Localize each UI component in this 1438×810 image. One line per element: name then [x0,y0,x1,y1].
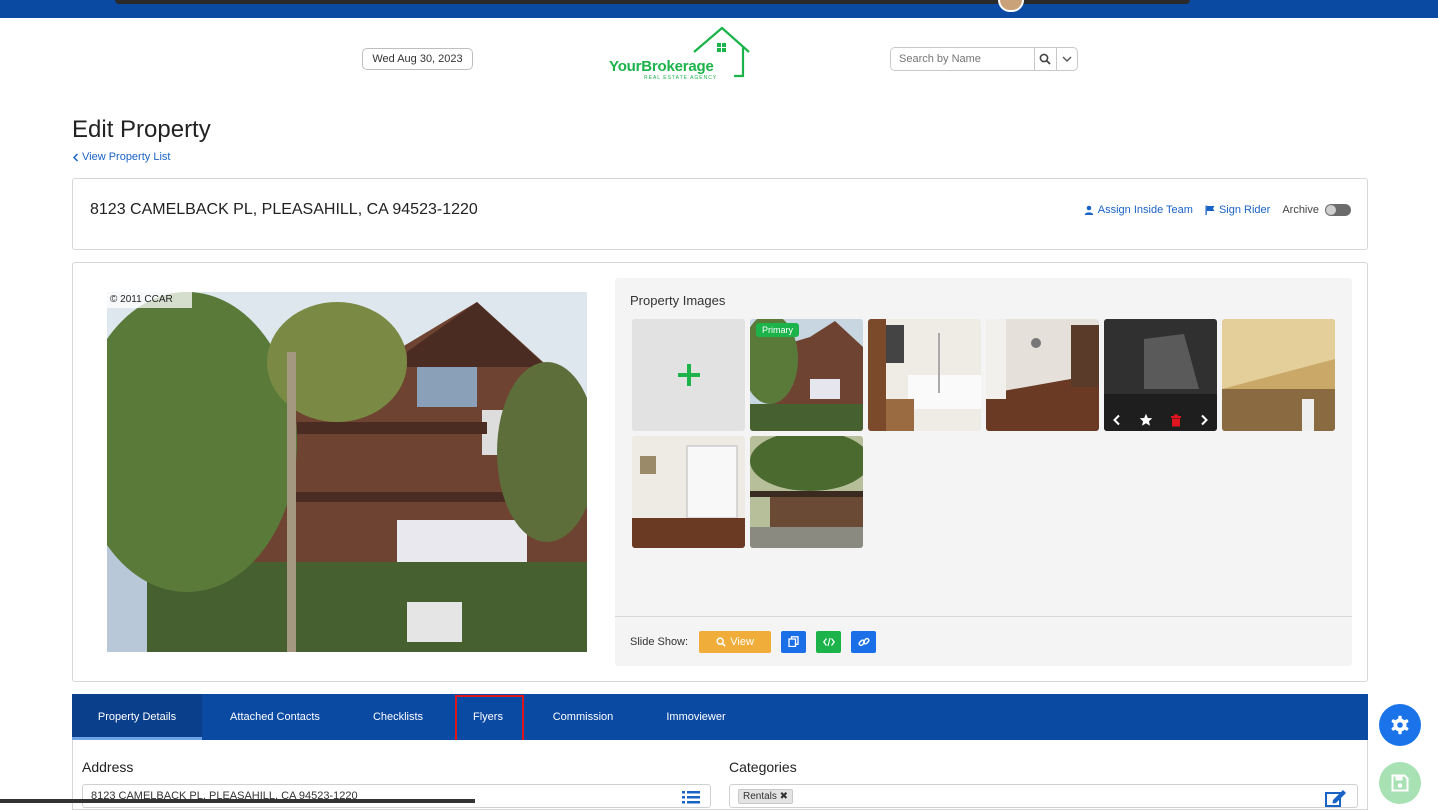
image-thumbnail[interactable] [632,436,745,548]
highlight-box [455,695,524,742]
floppy-disk-icon [1391,774,1409,792]
tab-property-details[interactable]: Property Details [72,694,202,740]
save-fab[interactable] [1379,762,1421,804]
embed-code-button[interactable] [816,630,842,653]
house-exterior-image [107,292,587,652]
chevron-left-icon[interactable] [1112,414,1122,426]
share-link-button[interactable] [851,630,877,653]
gear-icon [1391,715,1409,735]
add-image-button[interactable] [632,319,745,431]
chevron-down-icon [1062,56,1072,62]
search-input[interactable] [891,48,1034,70]
link-icon [858,637,870,646]
categories-section-label: Categories [729,759,797,775]
tab-checklists[interactable]: Checklists [348,694,448,740]
image-thumbnail[interactable] [986,319,1099,431]
assign-inside-team-link[interactable]: Assign Inside Team [1084,204,1193,216]
categories-field[interactable]: Rentals ✖ [729,784,1358,808]
chevron-left-icon [72,152,79,162]
browser-chrome-strip [115,0,1190,4]
address-actions: Assign Inside Team Sign Rider Archive [1084,204,1351,216]
edit-icon[interactable] [1325,789,1347,807]
thumbnail-controls [1104,409,1217,431]
image-thumbnail[interactable] [750,436,863,548]
user-avatar[interactable] [998,0,1024,12]
balcony-thumb-image [750,436,863,548]
bottom-scroll-strip [0,799,475,803]
media-card: © 2011 CCAR Property Images Primary Slid… [72,262,1368,682]
address-field[interactable]: 8123 CAMELBACK PL, PLEASAHILL, CA 94523-… [82,784,711,808]
primary-badge: Primary [756,323,799,337]
copy-icon [788,636,799,647]
tab-immoviewer[interactable]: Immoviewer [638,694,754,740]
living-room-thumb-image [986,319,1099,431]
thumbnail-hover-overlay [1104,319,1217,431]
brokerage-logo[interactable]: YourBrokerage REAL ESTATE AGENCY [606,26,756,84]
archive-label: Archive [1282,204,1319,216]
image-thumbnail[interactable] [1222,319,1335,431]
search-icon [716,636,727,647]
bathroom-thumb-image [868,319,981,431]
main-property-photo: © 2011 CCAR [107,292,587,652]
slideshow-view-button[interactable]: View [699,630,772,653]
attic-room-thumb-image [1222,319,1335,431]
plus-icon [677,364,700,386]
sign-rider-label: Sign Rider [1218,204,1271,216]
code-icon [822,637,835,646]
chevron-right-icon[interactable] [1199,414,1209,426]
property-tabs: Property Details Attached Contacts Check… [72,694,1368,740]
assign-inside-team-label: Assign Inside Team [1097,204,1193,216]
top-nav-bar [0,0,1438,18]
tab-attached-contacts[interactable]: Attached Contacts [202,694,348,740]
address-header-card: 8123 CAMELBACK PL, PLEASAHILL, CA 94523-… [72,178,1368,250]
logo-subtitle: REAL ESTATE AGENCY [644,75,718,81]
view-button-label: View [730,635,754,648]
trash-icon[interactable] [1170,414,1182,427]
search-box [890,47,1078,71]
search-button[interactable] [1034,48,1056,70]
flag-icon [1205,205,1215,215]
logo-name: YourBrokerage [609,58,714,75]
image-thumbnail[interactable] [868,319,981,431]
category-tag-rentals[interactable]: Rentals ✖ [738,788,794,804]
image-thumbnail[interactable]: Primary [750,319,863,431]
image-thumbnail[interactable] [1104,319,1217,431]
view-property-list-link[interactable]: View Property List [72,151,170,163]
copy-slideshow-button[interactable] [781,630,807,653]
date-display: Wed Aug 30, 2023 [362,48,473,70]
user-icon [1084,205,1093,215]
sign-rider-link[interactable]: Sign Rider [1205,204,1270,216]
search-dropdown-button[interactable] [1055,48,1078,70]
property-images-panel: Property Images Primary Slide Show: View [615,278,1352,666]
photo-watermark: © 2011 CCAR [110,294,173,305]
list-icon[interactable] [682,790,700,804]
settings-fab[interactable] [1379,704,1421,746]
archive-toggle[interactable] [1325,204,1351,216]
closet-room-thumb-image [632,436,745,548]
back-link-label: View Property List [82,151,171,163]
property-images-label: Property Images [630,293,726,308]
slideshow-label: Slide Show: [630,635,689,648]
page-title: Edit Property [72,116,211,143]
tab-commission[interactable]: Commission [528,694,638,740]
address-section-label: Address [82,759,134,775]
star-icon[interactable] [1139,413,1153,427]
slideshow-bar: Slide Show: View [615,616,1352,666]
property-address-title: 8123 CAMELBACK PL, PLEASAHILL, CA 94523-… [90,201,478,218]
search-icon [1039,53,1051,65]
archive-control: Archive [1282,204,1351,216]
